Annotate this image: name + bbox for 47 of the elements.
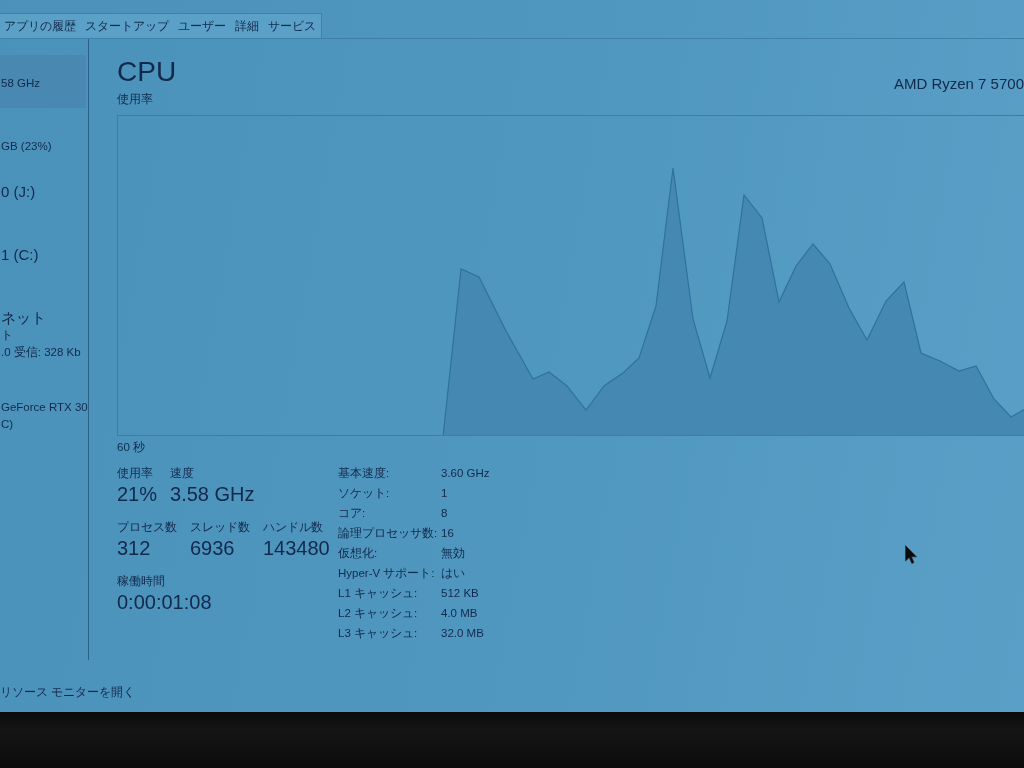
detail-value: はい xyxy=(441,565,465,581)
sidebar-item[interactable]: GeForce RTX 30 C) xyxy=(0,379,88,441)
tab[interactable]: サービス xyxy=(264,14,321,38)
detail-value: 1 xyxy=(441,487,448,499)
detail-label: 仮想化: xyxy=(338,545,378,561)
detail-label: L3 キャッシュ: xyxy=(338,625,418,641)
stat-value: 143480 xyxy=(263,536,330,561)
detail-label: L2 キャッシュ: xyxy=(338,605,418,621)
tab[interactable]: アプリの履歴 xyxy=(0,14,81,38)
sidebar-item[interactable]: 1 (C:) xyxy=(0,244,88,297)
detail-value: 32.0 MB xyxy=(441,627,484,639)
tab[interactable]: 詳細 xyxy=(231,14,264,38)
time-span-label: 60 秒 xyxy=(117,440,145,454)
detail-value: 16 xyxy=(441,527,454,539)
detail-label: L1 キャッシュ: xyxy=(338,585,418,601)
stat-label: 使用率 xyxy=(117,465,153,481)
stat-label: プロセス数 xyxy=(117,519,177,535)
stat-label: ハンドル数 xyxy=(263,519,323,535)
detail-label: コア: xyxy=(338,505,366,521)
detail-label: 基本速度: xyxy=(338,465,390,481)
sidebar-item[interactable]: ネット ト .0 受信: 328 Kb xyxy=(0,307,88,369)
sidebar-item[interactable]: 0 (J:) xyxy=(0,181,88,234)
panel-title: CPU xyxy=(117,55,177,89)
tab[interactable]: ユーザー xyxy=(174,14,231,38)
stat-label: 速度 xyxy=(170,465,195,481)
detail-value: 512 KB xyxy=(441,587,479,599)
tab[interactable]: スタートアップ xyxy=(81,14,174,38)
mouse-pointer-icon xyxy=(905,545,917,564)
detail-label: 論理プロセッサ数: xyxy=(338,525,438,541)
detail-value: 3.60 GHz xyxy=(441,467,490,479)
stat-label: スレッド数 xyxy=(190,519,250,535)
sidebar-item[interactable]: GB (23%) xyxy=(0,118,88,171)
detail-value: 4.0 MB xyxy=(441,607,478,619)
processor-name: AMD Ryzen 7 5700 xyxy=(893,75,1024,93)
resource-monitor-link[interactable]: リソース モニターを開く xyxy=(0,684,136,701)
detail-value: 8 xyxy=(441,507,448,519)
stat-value: 312 xyxy=(117,536,151,561)
stat-value: 0:00:01:08 xyxy=(117,590,212,615)
detail-label: Hyper-V サポート: xyxy=(338,565,435,581)
stat-value: 6936 xyxy=(190,536,235,561)
stat-value: 21% xyxy=(117,482,158,507)
graph-label: 使用率 xyxy=(117,92,153,106)
stat-value: 3.58 GHz xyxy=(170,482,255,507)
detail-label: ソケット: xyxy=(338,485,390,501)
stat-label: 稼働時間 xyxy=(117,573,165,589)
sidebar-item[interactable]: 58 GHz xyxy=(0,55,86,108)
detail-value: 無効 xyxy=(441,545,465,561)
